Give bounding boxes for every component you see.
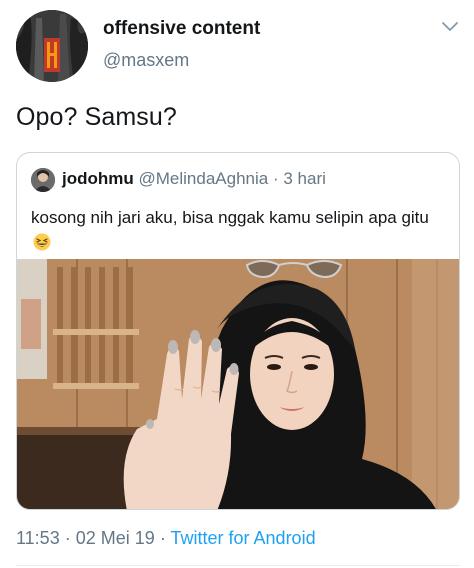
source-client-link[interactable]: Twitter for Android [171, 528, 316, 548]
chevron-down-icon[interactable] [440, 20, 460, 34]
quoted-text-block: kosong nih jari aku, bisa nggak kamu sel… [31, 205, 451, 255]
quoted-separator: · [272, 169, 279, 188]
meta-separator: · [64, 528, 71, 548]
tweet-meta: 11:53 · 02 Mei 19 · Twitter for Android [16, 528, 316, 549]
author-handle[interactable]: @masxem [103, 50, 189, 71]
quoted-text: kosong nih jari aku, bisa nggak kamu sel… [31, 208, 429, 227]
author-display-name[interactable]: offensive content [103, 18, 260, 40]
tweet-time[interactable]: 11:53 [16, 528, 60, 548]
quoted-header: jodohmu @MelindaAghnia · 3 hari [62, 169, 326, 189]
tweet-date[interactable]: 02 Mei 19 [76, 528, 155, 548]
quoted-handle[interactable]: @MelindaAghnia [139, 169, 269, 188]
tweet-text: Opo? Samsu? [16, 103, 177, 131]
quoted-photo[interactable] [17, 259, 459, 509]
meta-separator: · [159, 528, 166, 548]
grinning-squinting-face-icon [33, 233, 51, 251]
quoted-author-avatar[interactable] [31, 168, 55, 192]
divider [16, 565, 460, 566]
author-avatar[interactable] [16, 10, 88, 82]
quoted-time[interactable]: 3 hari [283, 169, 326, 188]
quoted-tweet-card[interactable]: jodohmu @MelindaAghnia · 3 hari kosong n… [16, 152, 460, 510]
quoted-display-name[interactable]: jodohmu [62, 169, 134, 188]
tweet: offensive content @masxem Opo? Samsu? jo… [0, 0, 474, 568]
